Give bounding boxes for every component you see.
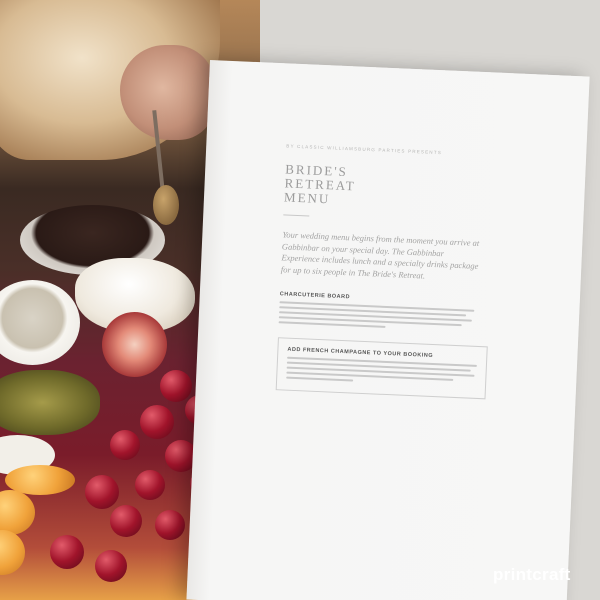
cherry bbox=[155, 510, 185, 540]
text-line bbox=[286, 376, 353, 382]
apricot bbox=[5, 465, 75, 495]
cherry bbox=[140, 405, 174, 439]
cherry bbox=[110, 430, 140, 460]
cherry bbox=[160, 370, 192, 402]
cherry bbox=[135, 470, 165, 500]
cherry bbox=[85, 475, 119, 509]
menu-content: BY CLASSIC WILLIAMSBURG PARTIES PRESENTS… bbox=[275, 143, 557, 402]
nut-mix bbox=[0, 370, 100, 435]
addon-body-text bbox=[286, 356, 477, 387]
fig bbox=[102, 312, 167, 377]
cherry bbox=[50, 535, 84, 569]
section-body-text bbox=[278, 301, 475, 331]
brand-watermark: printcraft bbox=[493, 565, 571, 584]
addon-box: ADD FRENCH CHAMPAGNE TO YOUR BOOKING bbox=[275, 337, 488, 400]
title-rule bbox=[283, 214, 310, 217]
scene: BY CLASSIC WILLIAMSBURG PARTIES PRESENTS… bbox=[0, 0, 600, 600]
menu-title: BRIDE'S RETREAT MENU bbox=[283, 161, 356, 207]
hand bbox=[120, 45, 215, 140]
menu-intro: Your wedding menu begins from the moment… bbox=[280, 229, 480, 281]
cherry bbox=[110, 505, 142, 537]
dip-bowl bbox=[0, 280, 80, 365]
apricot bbox=[0, 490, 35, 535]
cherry bbox=[95, 550, 127, 582]
spoon-bowl bbox=[153, 185, 179, 225]
menu-page: BY CLASSIC WILLIAMSBURG PARTIES PRESENTS… bbox=[186, 60, 590, 600]
apricot bbox=[0, 530, 25, 575]
running-head: BY CLASSIC WILLIAMSBURG PARTIES PRESENTS bbox=[286, 143, 443, 156]
